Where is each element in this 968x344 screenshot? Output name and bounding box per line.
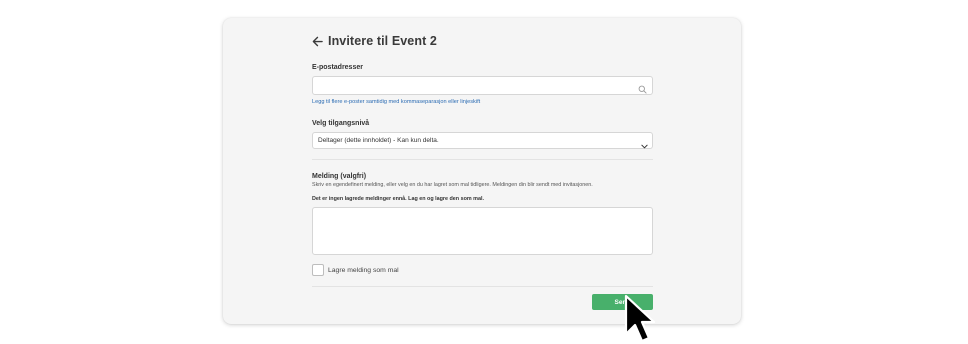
arrow-left-icon[interactable] (312, 36, 323, 47)
search-icon (638, 81, 647, 94)
email-hint-link[interactable]: Legg til flere e-poster samtidig med kom… (312, 99, 480, 105)
message-label: Melding (valgfri) (312, 173, 367, 180)
divider (312, 159, 653, 160)
email-field[interactable] (312, 76, 653, 95)
access-level-value: Deltager (dette innholdet) - Kan kun del… (318, 136, 439, 144)
message-description: Skriv en egendefinert melding, eller vel… (312, 182, 593, 188)
save-template-row: Lagre melding som mal (312, 264, 399, 276)
invite-dialog: Invitere til Event 2 E-postadresser Legg… (223, 18, 741, 324)
save-template-label[interactable]: Lagre melding som mal (328, 267, 399, 274)
access-label: Velg tilgangsnivå (312, 120, 370, 127)
chevron-down-icon (641, 137, 648, 149)
header: Invitere til Event 2 (312, 33, 437, 49)
footer-divider (312, 286, 653, 287)
no-templates-text: Det er ingen lagrede meldinger ennå. Lag… (312, 196, 484, 202)
save-template-checkbox[interactable] (312, 264, 324, 276)
page-title: Invitere til Event 2 (328, 34, 437, 48)
message-textarea[interactable] (312, 207, 653, 255)
access-level-select[interactable]: Deltager (dette innholdet) - Kan kun del… (312, 132, 653, 149)
email-label: E-postadresser (312, 64, 363, 71)
mouse-cursor-icon (624, 294, 656, 343)
